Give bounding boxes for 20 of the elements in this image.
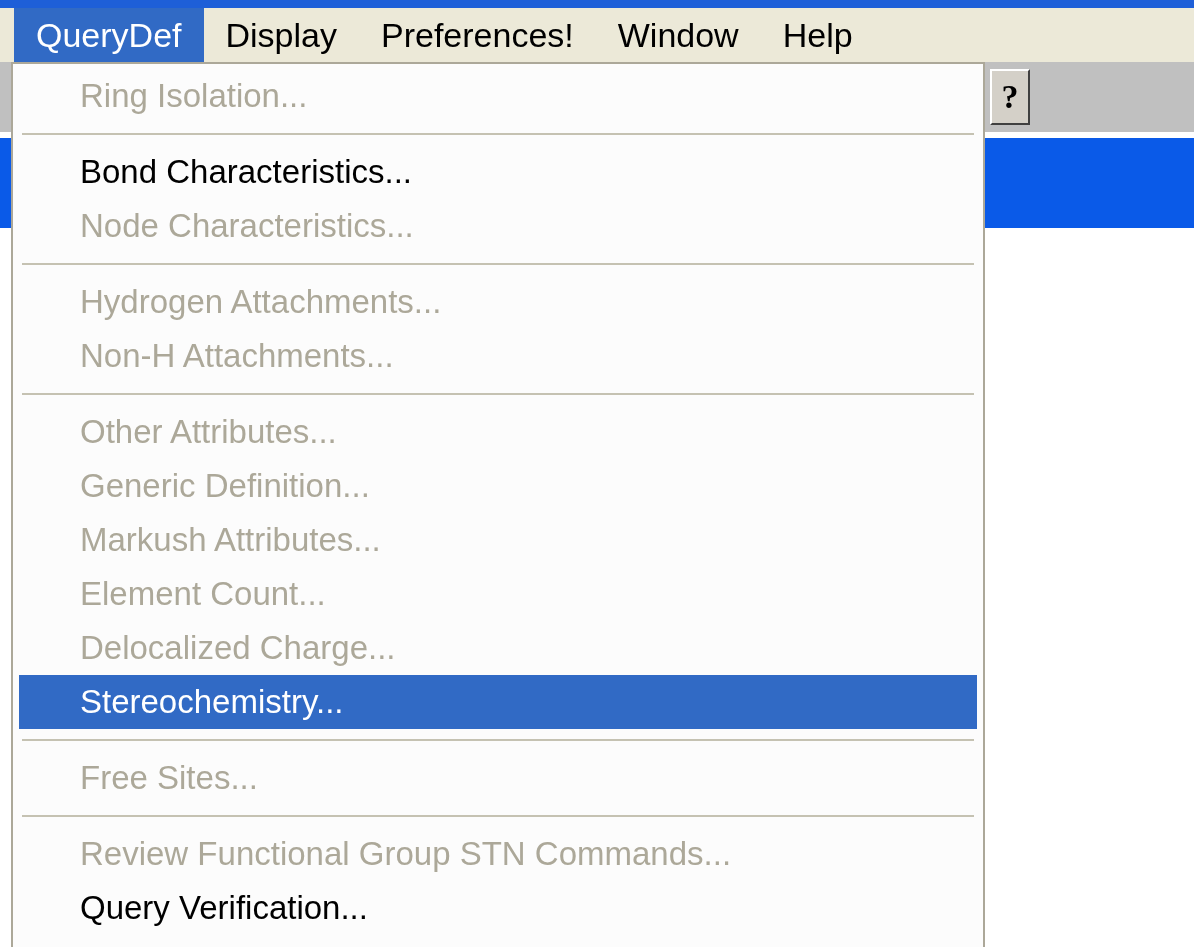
menu-item[interactable]: Node Characteristics...	[19, 199, 977, 253]
menu-item[interactable]: Generic Definition...	[19, 459, 977, 513]
menu-item[interactable]: Ring Isolation...	[19, 69, 977, 123]
menu-item[interactable]: Markush Attributes...	[19, 513, 977, 567]
menu-item[interactable]: Other Attributes...	[19, 405, 977, 459]
menu-title[interactable]: Help	[760, 8, 875, 62]
help-button[interactable]: ?	[990, 69, 1030, 125]
menu-title[interactable]: QueryDef	[14, 8, 204, 62]
menu-title[interactable]: Display	[203, 8, 359, 62]
menu-title[interactable]: Preferences!	[359, 8, 596, 62]
menu-title[interactable]: Window	[595, 8, 761, 62]
menu-item[interactable]: Query Verification...	[19, 881, 977, 935]
menu-item[interactable]: Free Sites...	[19, 751, 977, 805]
menu-item[interactable]: Non-H Attachments...	[19, 329, 977, 383]
menu-item[interactable]: Bond Characteristics...	[19, 145, 977, 199]
menu-item[interactable]: Review Functional Group STN Commands...	[19, 827, 977, 881]
menu-item[interactable]: Element Count...	[19, 567, 977, 621]
menu-item[interactable]: Hydrogen Attachments...	[19, 275, 977, 329]
menu-item[interactable]: Stereochemistry...	[19, 675, 977, 729]
menu-item[interactable]: Delocalized Charge...	[19, 621, 977, 675]
